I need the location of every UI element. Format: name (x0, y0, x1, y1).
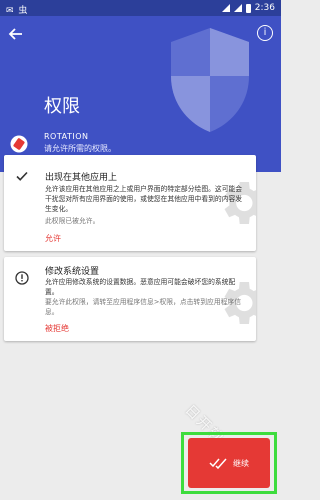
card-title: 出现在其他应用上 (45, 173, 118, 183)
shield-icon (171, 28, 249, 132)
status-left: ✉ 虫 (6, 6, 29, 16)
permission-card-settings: 修改系统设置 允许应用修改系统的设置数据。恶意应用可能会破坏您的系统配置。 要允… (4, 257, 256, 341)
permission-card-overlay: 出现在其他应用上 允许该应用在其他应用之上或用户界面的特定部分绘图。这可能会干扰… (4, 155, 256, 251)
rotation-app-icon (10, 135, 28, 153)
app-name: ROTATION (44, 132, 89, 141)
signal-icon (233, 4, 242, 12)
card-status-note: 要允许此权限，请转至应用程序信息>权限，点击转到应用程序信息。 (45, 298, 242, 316)
status-time: 2:36 (254, 3, 275, 13)
battery-icon (245, 3, 251, 13)
app-subtitle: 请允许所需的权限。 (44, 144, 116, 153)
status-bar: ✉ 虫 2:36 (0, 0, 281, 16)
card-title: 修改系统设置 (45, 267, 100, 277)
double-check-icon (209, 458, 227, 469)
wifi-icon (221, 4, 230, 12)
continue-button-label: 继续 (233, 458, 249, 468)
app-header: i 权限 ROTATION 请允许所需的权限。 (0, 16, 281, 172)
back-arrow-icon[interactable] (8, 26, 24, 42)
card-status-note: 此权限已被允许。 (45, 217, 100, 225)
denied-button[interactable]: 被拒绝 (45, 323, 69, 334)
check-icon (16, 171, 28, 181)
alert-icon (15, 271, 29, 285)
page-title: 权限 (44, 96, 80, 117)
card-description: 允许该应用在其他应用之上或用户界面的特定部分绘图。这可能会干扰您对所有应用界面的… (45, 185, 243, 213)
info-icon[interactable]: i (257, 25, 273, 41)
continue-button[interactable]: 继续 (188, 438, 270, 488)
status-right: 2:36 (221, 3, 275, 13)
card-description: 允许应用修改系统的设置数据。恶意应用可能会破坏您的系统配置。 (45, 278, 236, 296)
allow-button[interactable]: 允许 (45, 233, 61, 244)
